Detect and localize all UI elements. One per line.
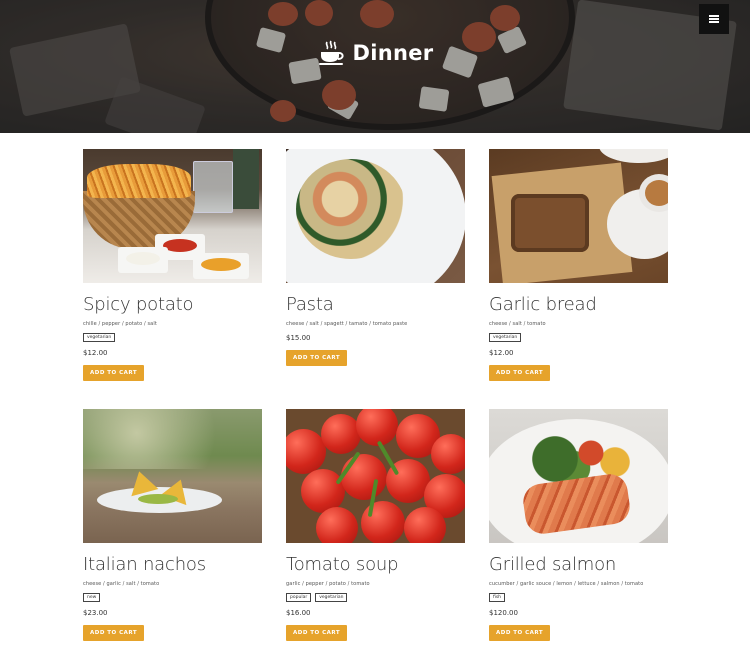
product-tag[interactable]: vegetarian bbox=[315, 593, 348, 602]
page-title: Dinner bbox=[352, 41, 434, 65]
product-card: Grilled salmon cucumber / garlic souce /… bbox=[489, 409, 668, 645]
product-tags: popular vegetarian bbox=[286, 593, 465, 602]
product-tags: vegetarian bbox=[83, 333, 262, 342]
product-name[interactable]: Grilled salmon bbox=[489, 554, 668, 575]
product-name[interactable]: Garlic bread bbox=[489, 294, 668, 315]
product-tags: new bbox=[83, 593, 262, 602]
product-ingredients: chille / pepper / potato / salt bbox=[83, 321, 157, 327]
add-to-cart-button[interactable]: ADD TO CART bbox=[286, 350, 348, 366]
product-tag[interactable]: new bbox=[83, 593, 101, 602]
product-name[interactable]: Italian nachos bbox=[83, 554, 262, 575]
product-card: Pasta cheese / salt / spagett / tamato /… bbox=[286, 149, 465, 385]
product-name[interactable]: Pasta bbox=[286, 294, 465, 315]
hero-banner: Dinner bbox=[0, 0, 750, 133]
tomatoes-photo[interactable] bbox=[286, 409, 465, 543]
product-name[interactable]: Tomato soup bbox=[286, 554, 465, 575]
product-price: $16.00 bbox=[286, 609, 311, 617]
hamburger-icon bbox=[709, 15, 719, 23]
add-to-cart-button[interactable]: ADD TO CART bbox=[489, 625, 551, 641]
bread-photo[interactable] bbox=[489, 149, 668, 283]
product-price: $12.00 bbox=[83, 349, 108, 357]
product-tags: vegetarian bbox=[489, 333, 668, 342]
product-card: Italian nachos cheese / garlic / salt / … bbox=[83, 409, 262, 645]
product-price: $120.00 bbox=[489, 609, 518, 617]
salmon-photo[interactable] bbox=[489, 409, 668, 543]
product-ingredients: cheese / salt / tomato bbox=[489, 321, 546, 327]
product-price: $15.00 bbox=[286, 334, 311, 342]
add-to-cart-button[interactable]: ADD TO CART bbox=[286, 625, 348, 641]
product-grid: Spicy potato chille / pepper / potato / … bbox=[83, 149, 669, 645]
product-tag[interactable]: fish bbox=[489, 593, 506, 602]
nachos-photo[interactable] bbox=[83, 409, 262, 543]
product-tag[interactable]: vegetarian bbox=[489, 333, 522, 342]
product-ingredients: garlic / pepper / potato / tomato bbox=[286, 581, 370, 587]
product-name[interactable]: Spicy potato bbox=[83, 294, 262, 315]
product-card: Garlic bread cheese / salt / tomato vege… bbox=[489, 149, 668, 385]
hero-title: Dinner bbox=[0, 40, 750, 66]
product-price: $23.00 bbox=[83, 609, 108, 617]
product-ingredients: cheese / garlic / salt / tomato bbox=[83, 581, 160, 587]
add-to-cart-button[interactable]: ADD TO CART bbox=[83, 625, 145, 641]
product-ingredients: cucumber / garlic souce / lemon / lettuc… bbox=[489, 581, 644, 587]
product-card: Spicy potato chille / pepper / potato / … bbox=[83, 149, 262, 385]
menu-button[interactable] bbox=[699, 4, 729, 34]
product-card: Tomato soup garlic / pepper / potato / t… bbox=[286, 409, 465, 645]
product-tags: fish bbox=[489, 593, 668, 602]
product-tag[interactable]: vegetarian bbox=[83, 333, 116, 342]
product-tag[interactable]: popular bbox=[286, 593, 312, 602]
steaming-cup-icon bbox=[318, 40, 344, 65]
add-to-cart-button[interactable]: ADD TO CART bbox=[489, 365, 551, 381]
pasta-photo[interactable] bbox=[286, 149, 465, 283]
product-price: $12.00 bbox=[489, 349, 514, 357]
product-ingredients: cheese / salt / spagett / tamato / tomat… bbox=[286, 321, 408, 327]
add-to-cart-button[interactable]: ADD TO CART bbox=[83, 365, 145, 381]
fries-photo[interactable] bbox=[83, 149, 262, 283]
